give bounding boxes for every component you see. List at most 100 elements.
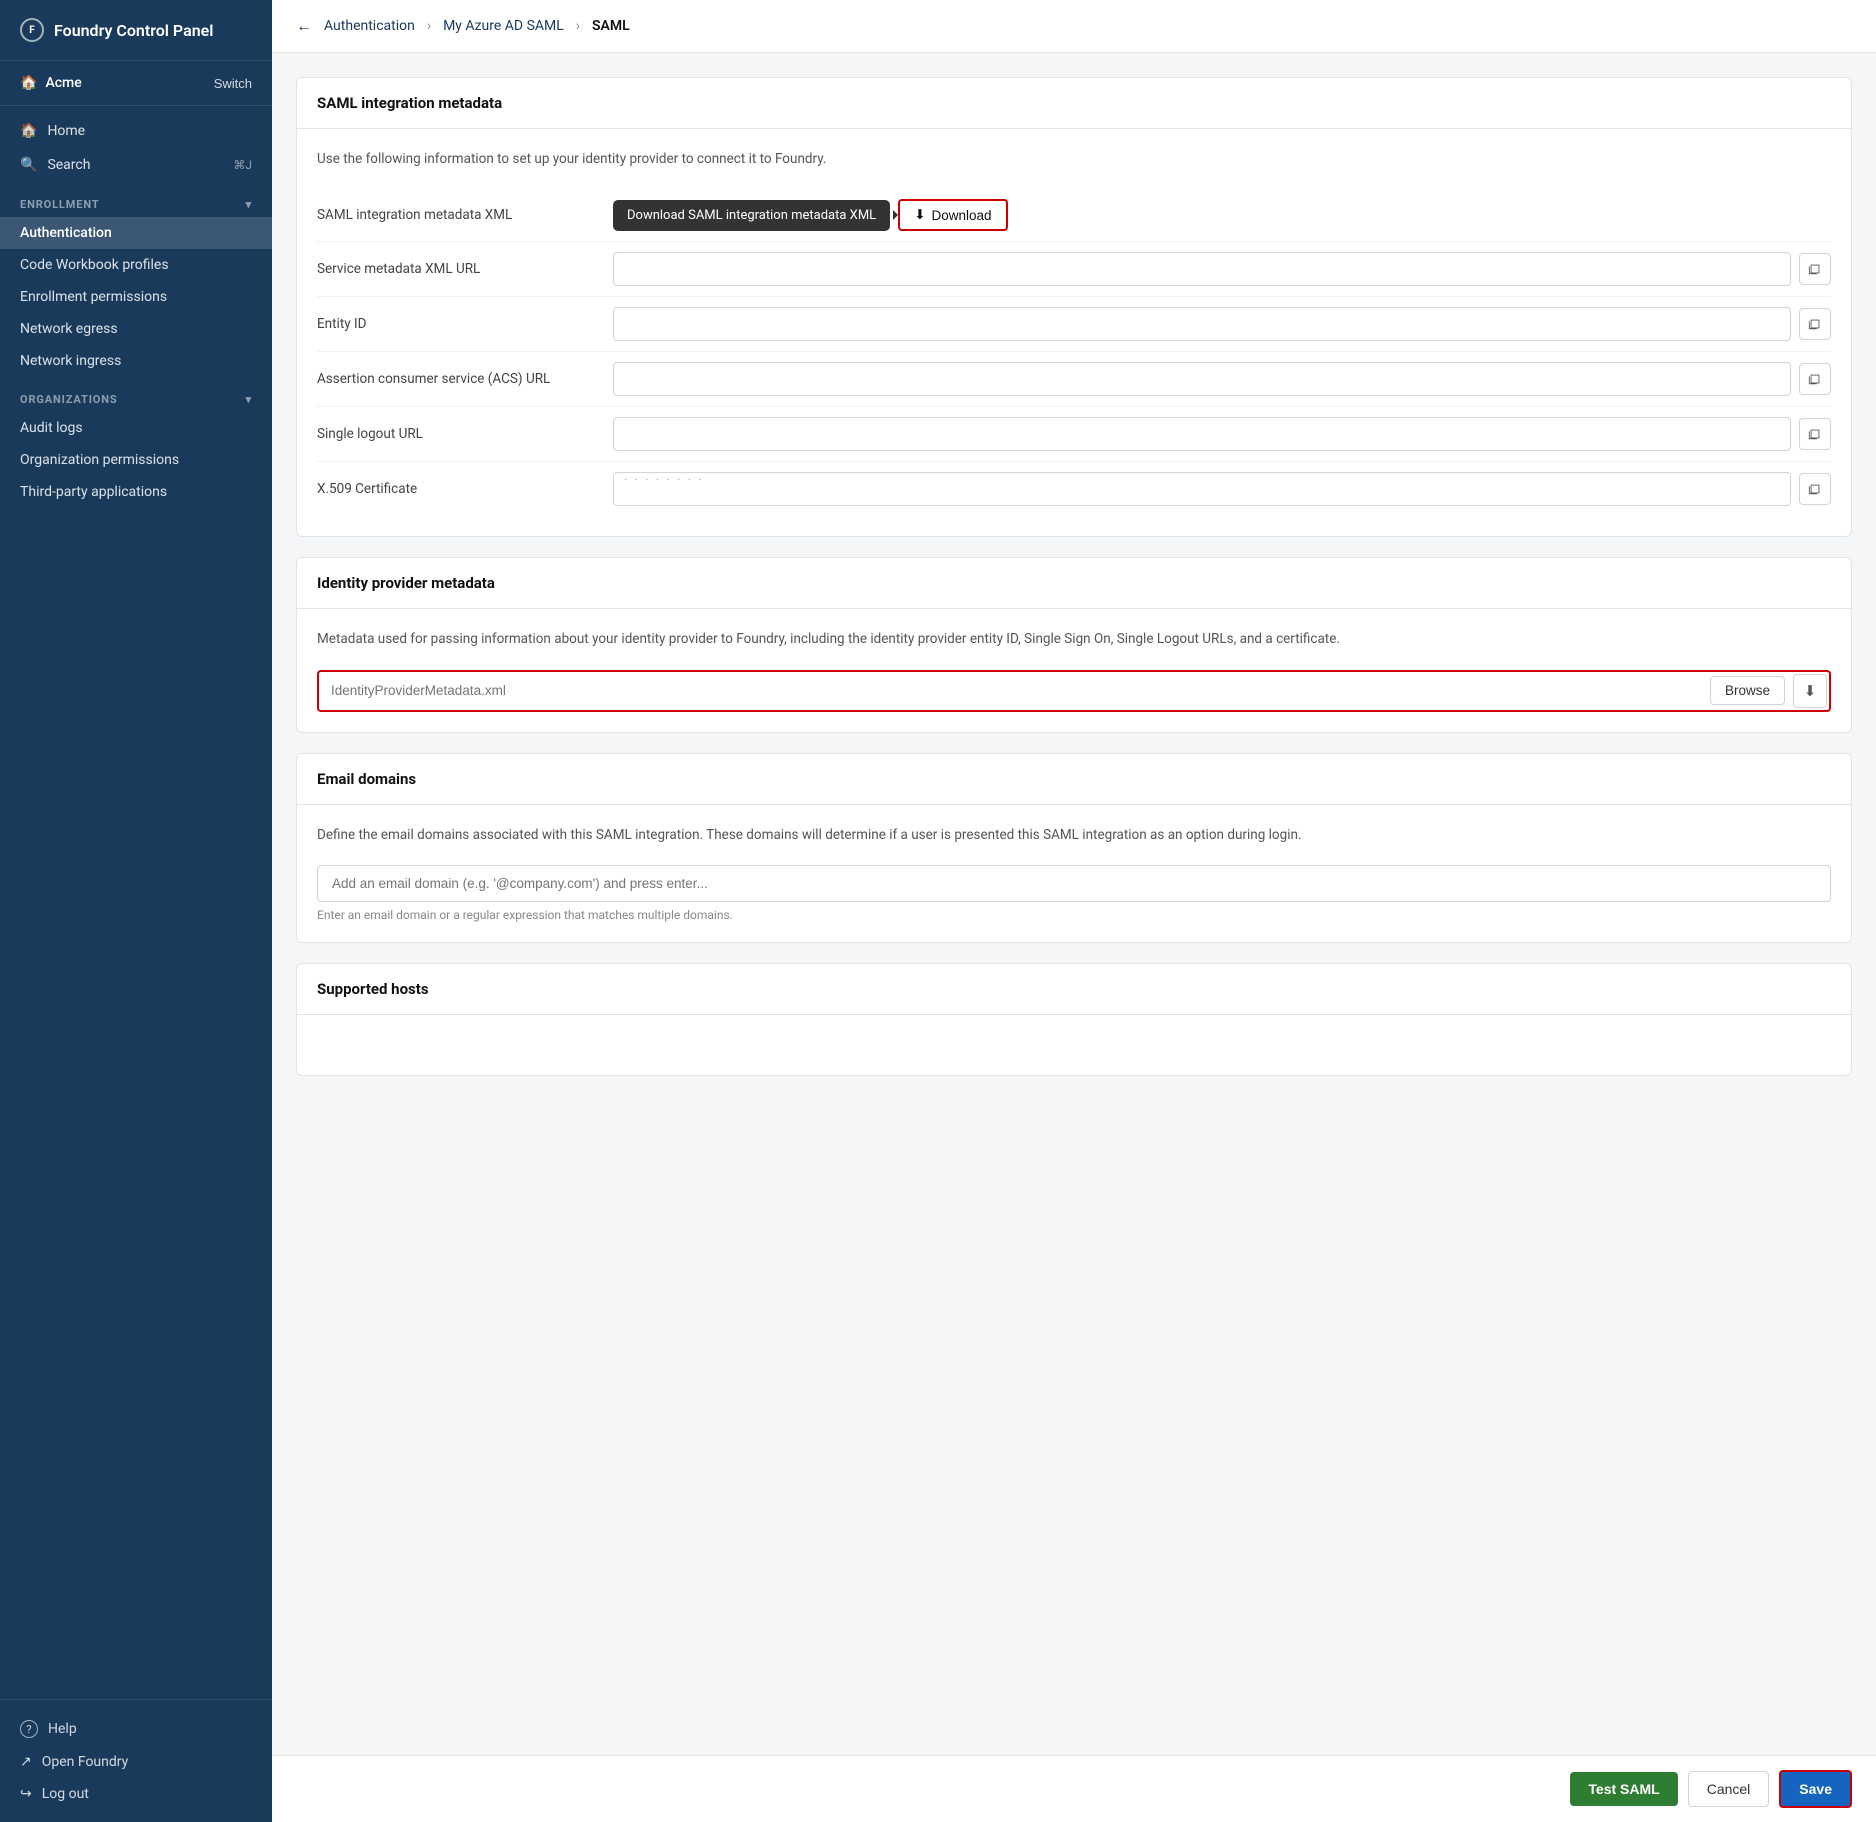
content-area: SAML integration metadata Use the follow… bbox=[272, 53, 1876, 1822]
sidebar-item-code-workbook-profiles[interactable]: Code Workbook profiles bbox=[0, 249, 272, 281]
open-foundry-item[interactable]: ↗ Open Foundry bbox=[0, 1746, 272, 1778]
supported-hosts-title: Supported hosts bbox=[297, 964, 1851, 1015]
identity-provider-metadata-title: Identity provider metadata bbox=[297, 558, 1851, 609]
acs-url-value bbox=[613, 362, 1791, 396]
search-icon: 🔍 bbox=[20, 157, 37, 173]
service-metadata-url-label: Service metadata XML URL bbox=[317, 261, 597, 277]
identity-provider-metadata-card: Identity provider metadata Metadata used… bbox=[296, 557, 1852, 732]
x509-cert-label: X.509 Certificate bbox=[317, 481, 597, 497]
sidebar-header: F Foundry Control Panel bbox=[0, 0, 272, 61]
acs-url-copy-button[interactable] bbox=[1799, 363, 1831, 395]
breadcrumb-current: SAML bbox=[592, 18, 630, 34]
acs-url-field bbox=[613, 362, 1831, 396]
service-metadata-url-row: Service metadata XML URL bbox=[317, 242, 1831, 297]
breadcrumb-sep-2: › bbox=[576, 18, 580, 34]
email-domains-card: Email domains Define the email domains a… bbox=[296, 753, 1852, 943]
saml-integration-metadata-card: SAML integration metadata Use the follow… bbox=[296, 77, 1852, 537]
copy-icon bbox=[1808, 427, 1822, 441]
breadcrumb-authentication[interactable]: Authentication bbox=[324, 18, 415, 34]
email-domain-input[interactable] bbox=[317, 865, 1831, 902]
saml-xml-row: SAML integration metadata XML Download S… bbox=[317, 189, 1831, 242]
browse-button[interactable]: Browse bbox=[1710, 676, 1785, 705]
single-logout-url-row: Single logout URL bbox=[317, 407, 1831, 462]
copy-icon bbox=[1808, 372, 1822, 386]
test-saml-button[interactable]: Test SAML bbox=[1570, 1772, 1677, 1806]
help-item[interactable]: ? Help bbox=[0, 1712, 272, 1746]
sidebar-item-network-ingress[interactable]: Network ingress bbox=[0, 345, 272, 377]
sidebar-item-enrollment-permissions[interactable]: Enrollment permissions bbox=[0, 281, 272, 313]
sidebar-item-third-party-applications[interactable]: Third-party applications bbox=[0, 476, 272, 508]
home-icon: 🏠 bbox=[20, 75, 37, 91]
saml-integration-metadata-title: SAML integration metadata bbox=[297, 78, 1851, 129]
identity-provider-metadata-body: Metadata used for passing information ab… bbox=[297, 609, 1851, 731]
sidebar-footer: ? Help ↗ Open Foundry ↪ Log out bbox=[0, 1699, 272, 1822]
x509-cert-field: · · · · · · · · bbox=[613, 472, 1831, 506]
acs-url-label: Assertion consumer service (ACS) URL bbox=[317, 371, 597, 387]
supported-hosts-card: Supported hosts bbox=[296, 963, 1852, 1076]
file-input[interactable] bbox=[321, 675, 1702, 706]
log-out-item[interactable]: ↪ Log out bbox=[0, 1778, 272, 1810]
sidebar-item-authentication[interactable]: Authentication bbox=[0, 217, 272, 249]
back-button[interactable]: ← bbox=[296, 16, 312, 36]
sidebar-title: Foundry Control Panel bbox=[54, 21, 213, 40]
single-logout-url-value bbox=[613, 417, 1791, 451]
x509-cert-row: X.509 Certificate · · · · · · · · bbox=[317, 462, 1831, 516]
download-button[interactable]: ⬇ Download bbox=[898, 199, 1007, 231]
download-area: Download SAML integration metadata XML ⬇… bbox=[613, 199, 1008, 231]
sidebar-item-organization-permissions[interactable]: Organization permissions bbox=[0, 444, 272, 476]
sidebar-item-home-label: Home bbox=[47, 123, 85, 139]
switch-button[interactable]: Switch bbox=[214, 76, 252, 91]
x509-cert-copy-button[interactable] bbox=[1799, 473, 1831, 505]
workspace-info: 🏠 Acme bbox=[20, 75, 82, 91]
download-icon: ⬇ bbox=[914, 207, 925, 223]
entity-id-row: Entity ID bbox=[317, 297, 1831, 352]
bottom-bar: Test SAML Cancel Save bbox=[272, 1755, 1876, 1822]
sidebar: F Foundry Control Panel 🏠 Acme Switch 🏠 … bbox=[0, 0, 272, 1822]
breadcrumb-sep-1: › bbox=[427, 18, 431, 34]
sidebar-item-network-egress[interactable]: Network egress bbox=[0, 313, 272, 345]
x509-cert-value: · · · · · · · · bbox=[613, 472, 1791, 506]
open-foundry-icon: ↗ bbox=[20, 1754, 32, 1770]
single-logout-url-field bbox=[613, 417, 1831, 451]
service-metadata-url-field bbox=[613, 252, 1831, 286]
file-download-icon: ⬇ bbox=[1804, 682, 1817, 700]
download-tooltip: Download SAML integration metadata XML bbox=[613, 200, 890, 231]
sidebar-logo: F bbox=[20, 18, 44, 42]
search-shortcut: ⌘J bbox=[233, 158, 252, 172]
breadcrumb-azure-saml[interactable]: My Azure AD SAML bbox=[443, 18, 564, 34]
topbar: ← Authentication › My Azure AD SAML › SA… bbox=[272, 0, 1876, 53]
workspace-name: Acme bbox=[45, 75, 81, 91]
service-metadata-url-copy-button[interactable] bbox=[1799, 253, 1831, 285]
saml-xml-label: SAML integration metadata XML bbox=[317, 207, 597, 223]
identity-provider-metadata-description: Metadata used for passing information ab… bbox=[317, 629, 1831, 649]
single-logout-url-copy-button[interactable] bbox=[1799, 418, 1831, 450]
sidebar-item-home[interactable]: 🏠 Home bbox=[0, 114, 272, 148]
copy-icon bbox=[1808, 482, 1822, 496]
email-domains-body: Define the email domains associated with… bbox=[297, 805, 1851, 942]
organizations-section-title: ORGANIZATIONS ▾ bbox=[0, 377, 272, 412]
entity-id-value bbox=[613, 307, 1791, 341]
log-out-icon: ↪ bbox=[20, 1786, 32, 1802]
saml-integration-metadata-description: Use the following information to set up … bbox=[317, 149, 1831, 169]
email-domains-description: Define the email domains associated with… bbox=[317, 825, 1831, 845]
saml-integration-metadata-body: Use the following information to set up … bbox=[297, 129, 1851, 536]
supported-hosts-body bbox=[297, 1015, 1851, 1075]
saml-xml-field: Download SAML integration metadata XML ⬇… bbox=[613, 199, 1831, 231]
acs-url-row: Assertion consumer service (ACS) URL bbox=[317, 352, 1831, 407]
copy-icon bbox=[1808, 262, 1822, 276]
sidebar-item-search-label: Search bbox=[47, 157, 90, 173]
email-domain-hint: Enter an email domain or a regular expre… bbox=[317, 908, 1831, 922]
sidebar-item-search[interactable]: 🔍 Search ⌘J bbox=[0, 148, 272, 182]
single-logout-url-label: Single logout URL bbox=[317, 426, 597, 442]
cancel-button[interactable]: Cancel bbox=[1688, 1771, 1770, 1807]
save-button[interactable]: Save bbox=[1779, 1770, 1852, 1808]
file-download-button[interactable]: ⬇ bbox=[1793, 674, 1827, 708]
home-nav-icon: 🏠 bbox=[20, 123, 37, 139]
entity-id-field bbox=[613, 307, 1831, 341]
email-domains-title: Email domains bbox=[297, 754, 1851, 805]
copy-icon bbox=[1808, 317, 1822, 331]
entity-id-copy-button[interactable] bbox=[1799, 308, 1831, 340]
help-icon: ? bbox=[20, 1720, 38, 1738]
sidebar-nav: 🏠 Home 🔍 Search ⌘J ENROLLMENT ▾ Authenti… bbox=[0, 106, 272, 1699]
sidebar-item-audit-logs[interactable]: Audit logs bbox=[0, 412, 272, 444]
